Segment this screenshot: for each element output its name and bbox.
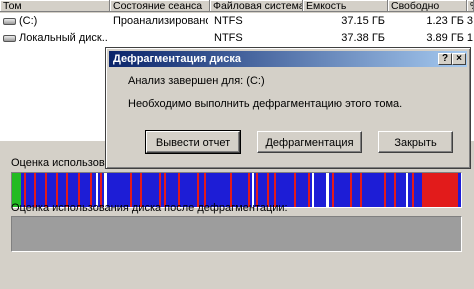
defragment-button[interactable]: Дефрагментация (257, 131, 362, 153)
fragmented-segment (294, 173, 296, 207)
volume-free-percent: 1 (466, 32, 473, 44)
view-report-button[interactable]: Вывести отчет (145, 130, 241, 154)
volume-name: (C:) (19, 15, 38, 27)
fragmented-segment (394, 173, 396, 207)
free-segment (326, 173, 329, 207)
free-segment (312, 173, 314, 207)
after-defrag-label: Оценка использования диска после дефрагм… (11, 202, 288, 214)
volume-status: Проанализировано (113, 15, 208, 27)
dialog-title-bar[interactable]: Дефрагментация диска ? × (109, 51, 467, 67)
column-header-volume[interactable]: Том (0, 0, 110, 12)
volume-name: Локальный диск... (19, 32, 107, 44)
volume-free-percent: 3 (466, 15, 473, 27)
list-header: Том Состояние сеанса Файловая система Ем… (0, 0, 474, 13)
fragmented-segment (422, 173, 458, 207)
column-header-percent[interactable]: % (467, 0, 474, 12)
dialog-title: Дефрагментация диска (113, 53, 242, 65)
fragmented-segment (412, 173, 414, 207)
disk-usage-after-bar (11, 216, 462, 252)
contiguous-segment (458, 173, 461, 207)
volume-free: 1.23 ГБ (426, 15, 464, 27)
help-button[interactable]: ? (438, 53, 452, 65)
fragmented-segment (308, 173, 310, 207)
volume-free: 3.89 ГБ (426, 32, 464, 44)
analysis-complete-text: Анализ завершен для: (C:) (128, 75, 265, 87)
defrag-dialog: Дефрагментация диска ? × Анализ завершен… (105, 47, 471, 169)
close-button[interactable]: Закрыть (378, 131, 453, 153)
volume-status (113, 30, 208, 46)
fragmented-segment (384, 173, 386, 207)
column-header-status[interactable]: Состояние сеанса (110, 0, 210, 12)
fragmented-segment (360, 173, 362, 207)
volume-capacity: 37.38 ГБ (341, 32, 385, 44)
free-segment (406, 173, 408, 207)
drive-icon (3, 35, 16, 42)
volume-filesystem: NTFS (214, 15, 243, 27)
volume-capacity: 37.15 ГБ (341, 15, 385, 27)
close-icon[interactable]: × (452, 53, 466, 65)
column-header-capacity[interactable]: Емкость (303, 0, 388, 12)
fragmented-segment (350, 173, 352, 207)
drive-icon (3, 18, 16, 25)
table-row[interactable]: (C:) Проанализировано NTFS 37.15 ГБ 1.23… (0, 13, 474, 29)
column-header-filesystem[interactable]: Файловая система (210, 0, 303, 12)
column-header-free[interactable]: Свободно (388, 0, 467, 12)
recommendation-text: Необходимо выполнить дефрагментацию этог… (128, 98, 403, 110)
table-row[interactable]: Локальный диск... NTFS 37.38 ГБ 3.89 ГБ … (0, 30, 474, 46)
volume-filesystem: NTFS (214, 32, 243, 44)
fragmented-segment (332, 173, 334, 207)
